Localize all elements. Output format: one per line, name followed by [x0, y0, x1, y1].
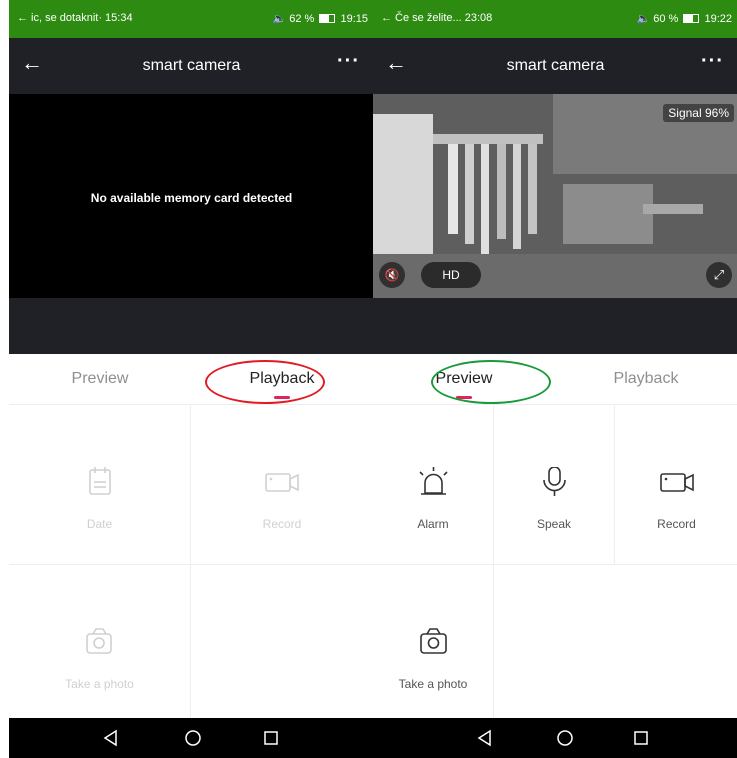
status-notification-text: ← ic, se dotaknit· 15:34	[17, 12, 133, 24]
nav-home-icon[interactable]	[183, 728, 203, 748]
nav-back-icon[interactable]	[475, 728, 495, 748]
status-notification-text: ← Če se želite... 23:08	[381, 12, 493, 24]
tab-preview[interactable]: Preview	[9, 370, 191, 388]
nav-back-icon[interactable]	[101, 728, 121, 748]
page-title: smart camera	[506, 57, 605, 74]
video-camera-icon	[265, 473, 299, 492]
highlight-circle-red	[205, 360, 325, 404]
more-options-icon[interactable]: ···	[337, 50, 360, 73]
battery-fill	[320, 15, 330, 22]
quality-toggle[interactable]: HD	[421, 262, 481, 288]
system-nav-bar	[373, 718, 737, 758]
signal-strength: Signal 96%	[663, 104, 734, 122]
system-nav-bar	[9, 718, 374, 758]
battery-icon	[319, 14, 336, 23]
take-photo-button[interactable]: Take a photo	[9, 565, 191, 725]
status-indicators: 🔈 62 % 19:15	[273, 12, 369, 25]
record-button[interactable]: Record	[615, 405, 737, 565]
mode-tabs: Preview Playback	[9, 354, 374, 404]
battery-fill	[684, 15, 693, 22]
nav-recents-icon[interactable]	[631, 728, 651, 748]
status-bar: ← ic, se dotaknit· 15:34 🔈 62 % 19:15	[9, 0, 374, 38]
take-photo-label: Take a photo	[65, 677, 134, 691]
more-options-icon[interactable]: ···	[701, 50, 724, 73]
status-bar: ← Če se želite... 23:08 🔈 60 % 19:22	[373, 0, 737, 38]
live-video-feed[interactable]: Signal 96% 🔇 HD ⤢	[373, 94, 737, 298]
app-bar: ← smart camera ···	[9, 38, 374, 94]
volume-icon: 🔈	[272, 13, 287, 25]
record-label: Record	[657, 517, 696, 531]
speak-button[interactable]: Speak	[494, 405, 615, 565]
video-camera-icon	[660, 473, 694, 492]
video-player[interactable]: No available memory card detected	[9, 94, 374, 298]
battery-percent: 62 %	[289, 13, 315, 25]
calendar-icon	[89, 467, 111, 495]
app-bar: ← smart camera ···	[373, 38, 737, 94]
volume-icon: 🔈	[636, 13, 651, 25]
alarm-button[interactable]: Alarm	[373, 405, 494, 565]
nav-recents-icon[interactable]	[261, 728, 281, 748]
camera-icon	[420, 628, 447, 654]
action-grid: Date Record Take a photo	[9, 404, 374, 725]
right-phone-screen: ← Če se želite... 23:08 🔈 60 % 19:22 ← s…	[373, 0, 737, 758]
speak-label: Speak	[536, 517, 572, 531]
take-photo-label: Take a photo	[398, 677, 468, 691]
camera-icon	[86, 628, 112, 654]
status-time: 19:22	[704, 13, 732, 25]
tab-label: Playback	[613, 370, 679, 387]
left-phone-screen: ← ic, se dotaknit· 15:34 🔈 62 % 19:15 ← …	[9, 0, 374, 758]
page-title: smart camera	[142, 57, 241, 74]
battery-icon	[683, 14, 700, 23]
siren-icon	[419, 467, 448, 495]
date-label: Date	[86, 517, 113, 531]
fullscreen-icon[interactable]: ⤢	[706, 262, 732, 288]
status-time: 19:15	[340, 13, 368, 25]
take-photo-button[interactable]: Take a photo	[373, 565, 494, 725]
status-indicators: 🔈 60 % 19:22	[637, 12, 733, 25]
action-grid: Alarm Speak Record Take a photo	[373, 404, 737, 725]
no-memory-card-message: No available memory card detected	[90, 191, 293, 205]
tab-label: Preview	[71, 370, 129, 387]
player-control-area	[9, 298, 374, 354]
mode-tabs: Preview Playback	[373, 354, 737, 404]
tab-playback[interactable]: Playback	[555, 370, 737, 388]
date-button[interactable]: Date	[9, 405, 191, 565]
nav-home-icon[interactable]	[555, 728, 575, 748]
record-label: Record	[262, 517, 302, 531]
highlight-circle-green	[431, 360, 551, 404]
mute-icon[interactable]: 🔇	[379, 262, 405, 288]
microphone-icon	[543, 467, 566, 496]
alarm-label: Alarm	[417, 517, 449, 531]
record-button[interactable]: Record	[191, 405, 373, 565]
battery-percent: 60 %	[653, 13, 679, 25]
player-control-area	[373, 298, 737, 354]
